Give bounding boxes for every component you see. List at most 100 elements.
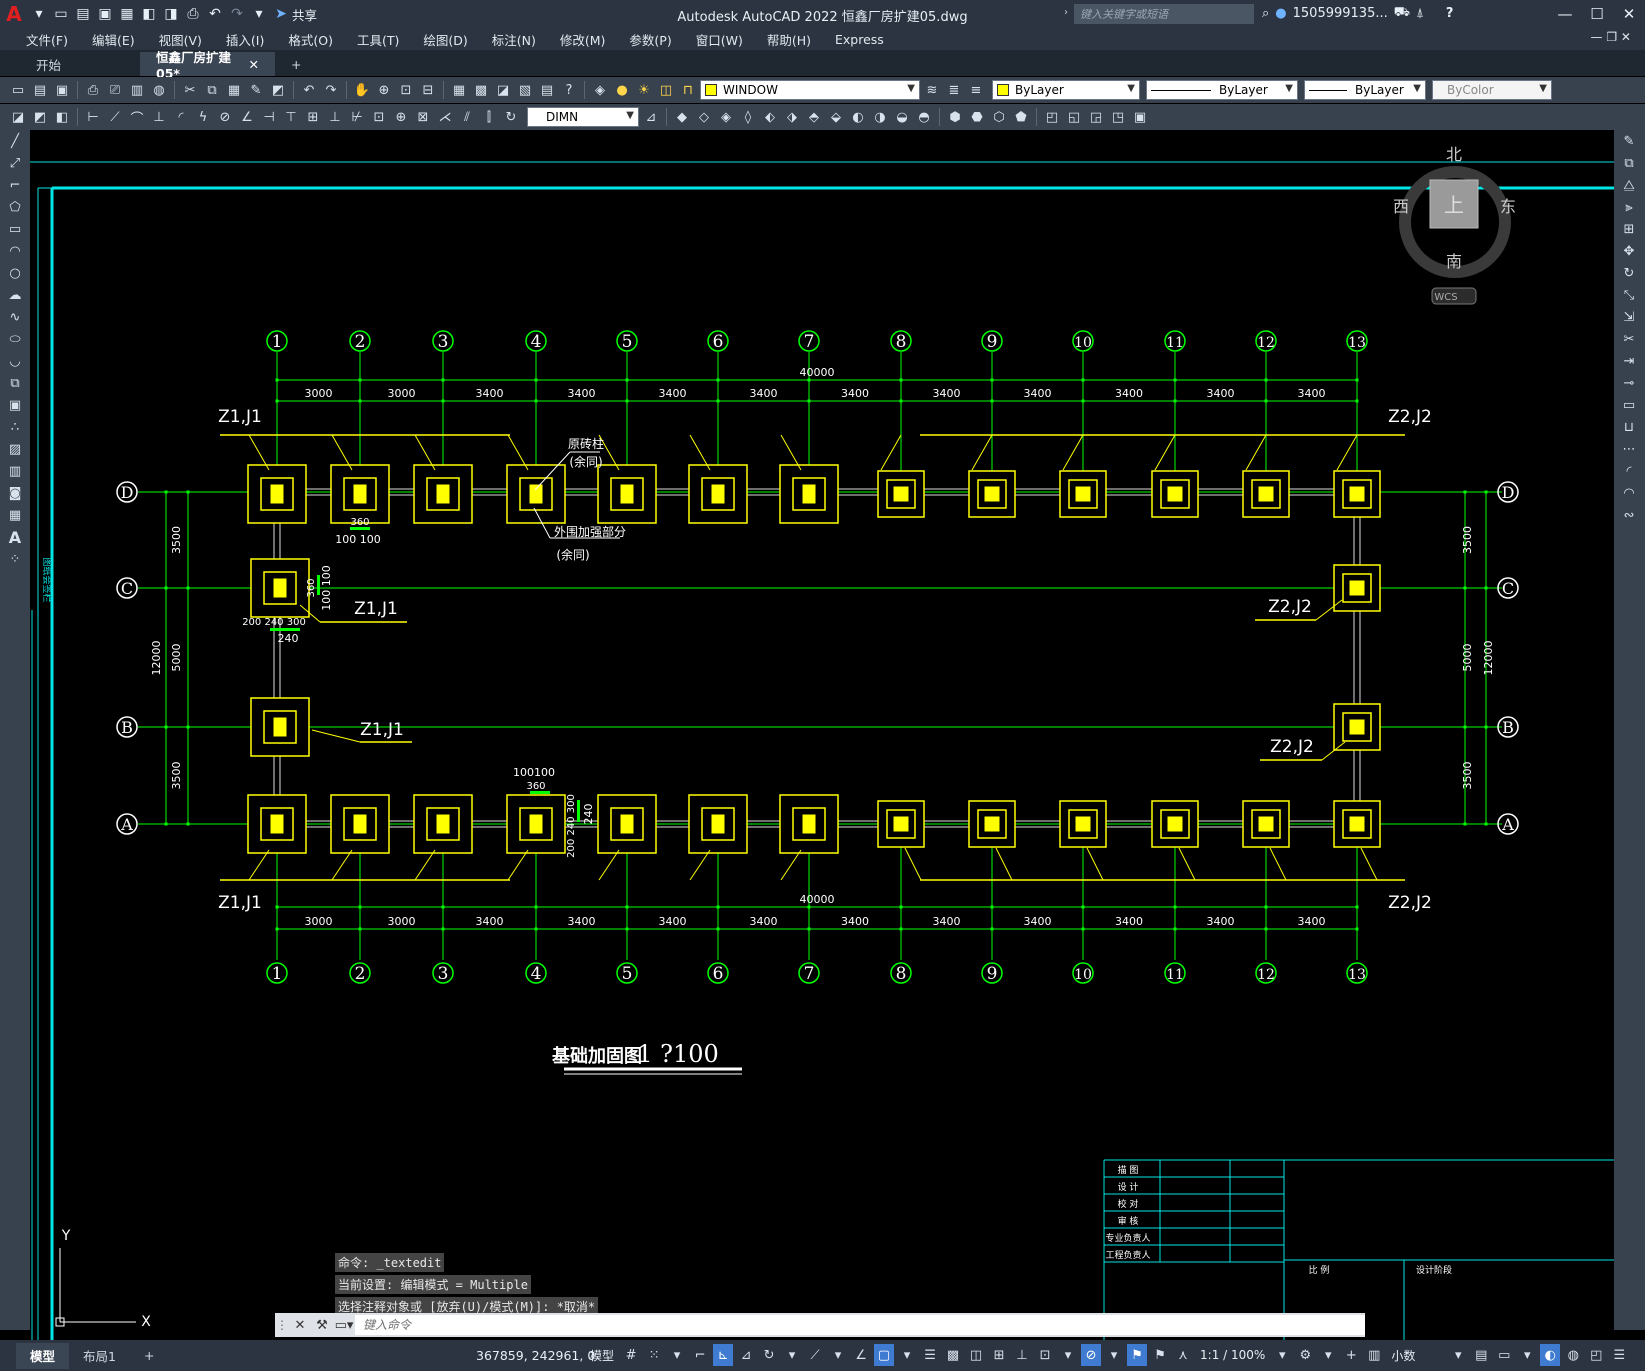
- menu-view[interactable]: 视图(V): [147, 30, 214, 49]
- menu-edit[interactable]: 编辑(E): [80, 30, 147, 49]
- cut-icon[interactable]: ✂: [180, 80, 200, 100]
- new-tab-button[interactable]: +: [275, 52, 317, 76]
- chevron-down-icon[interactable]: ▾: [1272, 1344, 1292, 1366]
- solid-icon-5[interactable]: ◰: [1042, 107, 1062, 127]
- match-properties-icon[interactable]: ✎: [246, 80, 266, 100]
- explode-icon[interactable]: ∾: [1614, 504, 1644, 526]
- arc-length-icon[interactable]: ⌒: [127, 107, 147, 127]
- ortho-icon[interactable]: ⊾: [713, 1344, 734, 1366]
- cart-icon[interactable]: ⛟: [1394, 5, 1410, 22]
- lock-icon[interactable]: ⊓: [678, 80, 698, 100]
- share-label[interactable]: 共享: [292, 5, 317, 24]
- gradient-icon[interactable]: ▥: [0, 460, 30, 482]
- rectangle-icon[interactable]: ▭: [0, 218, 30, 240]
- dim-break-icon[interactable]: ⊬: [347, 107, 367, 127]
- search-input[interactable]: 键入关键字或短语: [1074, 4, 1254, 24]
- dim-text-edit-icon[interactable]: ⫿: [479, 107, 499, 127]
- solid-icon-4[interactable]: ⬟: [1011, 107, 1031, 127]
- revision-cloud-icon[interactable]: ☁: [0, 284, 30, 306]
- customize-chevron-icon[interactable]: ▾: [248, 4, 270, 24]
- wrench-icon[interactable]: ⚒: [311, 1318, 333, 1333]
- dim-space-icon[interactable]: ⊥: [325, 107, 345, 127]
- jogged-linear-icon[interactable]: ⋌: [435, 107, 455, 127]
- save-as-icon[interactable]: ▦: [116, 4, 138, 24]
- menu-help[interactable]: 帮助(H): [755, 30, 823, 49]
- modify-icon-12[interactable]: ◓: [914, 107, 934, 127]
- diameter-dim-icon[interactable]: ⊘: [215, 107, 235, 127]
- stretch-icon[interactable]: ⇲: [1614, 306, 1644, 328]
- pan-icon[interactable]: ✋: [352, 80, 372, 100]
- blend-icon[interactable]: ◠: [1614, 482, 1644, 504]
- modify-icon-1[interactable]: ◆: [672, 107, 692, 127]
- search-expand-icon[interactable]: ›: [1064, 7, 1068, 18]
- layer-freeze-icon[interactable]: ◫: [656, 80, 676, 100]
- layer-states-icon[interactable]: ≋: [922, 80, 942, 100]
- selection-filter-icon[interactable]: ⊞: [989, 1344, 1009, 1366]
- chevron-down-icon[interactable]: ▾: [1058, 1344, 1078, 1366]
- tab-model[interactable]: 模型: [16, 1342, 70, 1369]
- lock-ui-icon[interactable]: ▭: [1494, 1344, 1514, 1366]
- region-icon[interactable]: ◙: [0, 482, 30, 504]
- annotation-visibility-icon[interactable]: ⚑: [1127, 1344, 1148, 1366]
- grip-icon[interactable]: ⋮: [275, 1318, 289, 1332]
- dim-update-icon[interactable]: ↻: [501, 107, 521, 127]
- extend-icon[interactable]: ⇥: [1614, 350, 1644, 372]
- solid-icon-9[interactable]: ▣: [1130, 107, 1150, 127]
- table-icon[interactable]: ▦: [0, 504, 30, 526]
- menu-dimension[interactable]: 标注(N): [480, 30, 548, 49]
- undo-icon[interactable]: ↶: [204, 4, 226, 24]
- insert-block-icon[interactable]: ⧉: [0, 372, 30, 394]
- coordinate-readout[interactable]: 367859, 242961, 0: [476, 1348, 595, 1363]
- annotation-scale-icon[interactable]: ⋏: [1173, 1344, 1193, 1366]
- save-icon[interactable]: ▣: [94, 4, 116, 24]
- trim-icon[interactable]: ✂: [1614, 328, 1644, 350]
- modify-icon-6[interactable]: ⬗: [782, 107, 802, 127]
- close-icon[interactable]: ✕: [289, 1318, 311, 1333]
- construction-line-icon[interactable]: ⤢: [0, 152, 30, 174]
- solid-icon-2[interactable]: ⬣: [967, 107, 987, 127]
- solid-icon-7[interactable]: ◲: [1086, 107, 1106, 127]
- chevron-down-icon[interactable]: ▾: [667, 1344, 687, 1366]
- hatch-icon[interactable]: ▨: [0, 438, 30, 460]
- zoom-previous-icon[interactable]: ⊟: [418, 80, 438, 100]
- menu-express[interactable]: Express: [823, 32, 896, 47]
- user-name[interactable]: 1505999135...: [1293, 6, 1388, 21]
- paste-icon[interactable]: ▦: [224, 80, 244, 100]
- multiline-text-icon[interactable]: A: [0, 526, 30, 548]
- make-current-icon[interactable]: ≣: [944, 80, 964, 100]
- plotstyle-combo[interactable]: ByColor ▼: [1432, 80, 1552, 100]
- autocad-logo-icon[interactable]: A: [0, 0, 28, 28]
- maximize-icon[interactable]: ☐: [1581, 0, 1613, 28]
- quick-dim-icon[interactable]: ⊣: [259, 107, 279, 127]
- search-icon[interactable]: ⌕: [1262, 6, 1269, 21]
- transparency-icon[interactable]: ▩: [943, 1344, 963, 1366]
- cad-drawing[interactable]: 图纸会签栏1122334455667788991010111112121313D…: [30, 130, 1614, 1340]
- menu-window[interactable]: 窗口(W): [684, 30, 755, 49]
- doc-window-controls[interactable]: — ❐ ✕: [1591, 30, 1631, 44]
- quick-props-icon[interactable]: ▤: [1471, 1344, 1491, 1366]
- chevron-down-icon[interactable]: ▾: [1517, 1344, 1537, 1366]
- scale-icon[interactable]: ⤡: [1614, 284, 1644, 306]
- offset-icon[interactable]: ⫸: [1614, 196, 1644, 218]
- isolate-objects-icon[interactable]: ◐: [1540, 1344, 1561, 1366]
- publish-icon[interactable]: ▥: [127, 80, 147, 100]
- fillet-icon[interactable]: ◜: [1614, 460, 1644, 482]
- ellipse-arc-icon[interactable]: ◡: [0, 350, 30, 372]
- break-at-point-icon[interactable]: ⊸: [1614, 372, 1644, 394]
- design-center-icon[interactable]: ▩: [471, 80, 491, 100]
- model-space-toggle[interactable]: 模型: [586, 1347, 618, 1364]
- block-editor-icon[interactable]: ◩: [268, 80, 288, 100]
- gizmo-icon[interactable]: ⊡: [1035, 1344, 1055, 1366]
- layer-walk-icon[interactable]: ◧: [52, 107, 72, 127]
- continue-dim-icon[interactable]: ⊞: [303, 107, 323, 127]
- menu-draw[interactable]: 绘图(D): [411, 30, 479, 49]
- clean-screen-icon[interactable]: ◰: [1586, 1344, 1606, 1366]
- solid-icon-8[interactable]: ◳: [1108, 107, 1128, 127]
- save-icon[interactable]: ▣: [52, 80, 72, 100]
- auto-scale-icon[interactable]: ⚑: [1150, 1344, 1170, 1366]
- join-icon[interactable]: ⊔: [1614, 416, 1644, 438]
- dim-edit-icon[interactable]: ⫽: [457, 107, 477, 127]
- inspection-icon[interactable]: ⊠: [413, 107, 433, 127]
- menu-modify[interactable]: 修改(M): [548, 30, 618, 49]
- polar-icon[interactable]: ⊿: [736, 1344, 756, 1366]
